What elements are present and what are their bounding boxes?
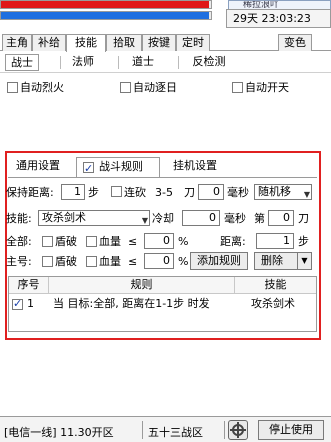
chain-unit: 刀 — [184, 186, 195, 199]
tab-timer[interactable]: 定时 — [176, 34, 210, 51]
skill-label: 技能: — [6, 212, 32, 225]
rule-row-index: 1 — [27, 297, 34, 310]
chevron-down-icon: ▼ — [303, 190, 310, 199]
all-label: 全部: — [6, 235, 32, 248]
hp-bar-fill — [1, 1, 209, 8]
move-mode-value: 随机移 — [258, 185, 291, 198]
rule-list[interactable]: 序号 规则 技能 1 当 目标:全部, 距离在1-1步 时发 攻杀剑术 — [8, 276, 317, 332]
all-distance-label: 距离: — [220, 235, 246, 248]
status-bar: [电信一线] 11.30开区 五十三战区 停止使用 — [0, 416, 331, 442]
nth-unit: 刀 — [298, 212, 309, 225]
auto-open-sky-checkbox[interactable] — [232, 82, 243, 93]
all-hp-checkbox[interactable] — [86, 236, 97, 247]
tab-combat-rules[interactable]: 战斗规则 — [76, 157, 160, 178]
main-shield-break-label: 盾破 — [55, 255, 77, 268]
all-hp-input[interactable]: 0 — [144, 233, 174, 249]
chevron-down-icon[interactable]: ▼ — [297, 253, 311, 269]
delete-button[interactable]: 删除 ▼ — [254, 252, 312, 270]
combat-rules-label: 战斗规则 — [99, 160, 143, 173]
mp-bar — [0, 11, 212, 20]
rule-list-header-skill[interactable]: 技能 — [235, 277, 316, 294]
tab-taoist[interactable]: 道士 — [126, 54, 160, 71]
main-shield-break-checkbox[interactable] — [42, 256, 53, 267]
tab-skills[interactable]: 技能 — [66, 34, 106, 52]
time-display: 29天 23:03:23 — [226, 9, 331, 28]
tab-recolor[interactable]: 变色 — [278, 34, 312, 51]
skill-select[interactable]: 攻杀剑术 ▼ — [38, 210, 150, 226]
main-hp-input[interactable]: 0 — [144, 253, 174, 269]
keep-distance-input[interactable]: 1 — [61, 184, 85, 200]
nth-input[interactable]: 0 — [268, 210, 294, 226]
tab-warrior[interactable]: 战士 — [5, 54, 39, 71]
rule-row-rule: 当 目标:全部, 距离在1-1步 时发 — [53, 297, 210, 310]
auto-chase-checkbox[interactable] — [120, 82, 131, 93]
rule-list-header-rule[interactable]: 规则 — [49, 277, 235, 294]
table-row[interactable]: 1 当 目标:全部, 距离在1-1步 时发 攻杀剑术 — [9, 295, 316, 313]
all-shield-break-label: 盾破 — [55, 235, 77, 248]
nth-label: 第 — [254, 212, 265, 225]
move-mode-select[interactable]: 随机移 ▼ — [254, 184, 312, 200]
auto-chase-label: 自动逐日 — [133, 81, 177, 94]
chain-slash-checkbox[interactable] — [111, 186, 122, 197]
combat-rules-checkbox[interactable] — [83, 160, 94, 178]
server-status: [电信一线] 11.30开区 — [4, 426, 114, 439]
class-tab-bar: 战士 法师 道士 反检测 — [0, 51, 331, 73]
mp-bar-fill — [1, 12, 209, 19]
cooldown-label: 冷却 — [152, 212, 174, 225]
main-hp-label: 血量 — [99, 255, 121, 268]
chain-ms-input[interactable]: 0 — [198, 184, 224, 200]
add-rule-button[interactable]: 添加规则 — [190, 252, 248, 270]
main-hp-compare: ≤ — [128, 255, 138, 268]
tab-mage[interactable]: 法师 — [66, 54, 100, 71]
delete-button-label: 删除 — [261, 254, 283, 267]
tab-supply[interactable]: 补给 — [32, 34, 66, 51]
chain-ms-label: 毫秒 — [227, 186, 249, 199]
tab-idle-settings[interactable]: 挂机设置 — [166, 157, 224, 177]
rule-list-header-index[interactable]: 序号 — [9, 277, 49, 294]
zone-status: 五十三战区 — [148, 426, 203, 439]
all-hp-percent: % — [178, 235, 189, 248]
tab-anti-detect[interactable]: 反检测 — [184, 54, 234, 71]
tab-hotkeys[interactable]: 按键 — [142, 34, 176, 51]
rule-row-skill: 攻杀剑术 — [251, 297, 295, 310]
all-distance-unit: 步 — [298, 235, 309, 248]
cooldown-ms-label: 毫秒 — [224, 212, 246, 225]
chain-range: 3-5 — [155, 186, 173, 199]
tab-main-character[interactable]: 主角 — [2, 34, 32, 51]
main-hp-percent: % — [178, 255, 189, 268]
chain-slash-label: 连砍 — [124, 186, 146, 199]
main-hp-checkbox[interactable] — [86, 256, 97, 267]
auto-open-sky-label: 自动开天 — [245, 81, 289, 94]
all-hp-label: 血量 — [99, 235, 121, 248]
keep-distance-label: 保持距离: — [6, 186, 54, 199]
chevron-down-icon: ▼ — [141, 216, 148, 225]
tab-pickup[interactable]: 拾取 — [106, 34, 142, 51]
tab-general-settings[interactable]: 通用设置 — [12, 157, 64, 177]
rule-row-checkbox[interactable] — [12, 297, 23, 310]
auto-fire-label: 自动烈火 — [20, 81, 64, 94]
all-hp-compare: ≤ — [128, 235, 138, 248]
cooldown-input[interactable]: 0 — [182, 210, 220, 226]
auto-fire-checkbox[interactable] — [7, 82, 18, 93]
main-tab-bar: 主角 补给 技能 拾取 按键 定时 变色 — [0, 34, 331, 52]
stop-button[interactable]: 停止使用 — [258, 420, 324, 440]
skill-select-value: 攻杀剑术 — [42, 211, 86, 224]
keep-distance-unit: 步 — [88, 186, 99, 199]
hp-bar — [0, 0, 212, 9]
network-icon — [228, 420, 248, 440]
all-distance-input[interactable]: 1 — [256, 233, 294, 249]
all-shield-break-checkbox[interactable] — [42, 236, 53, 247]
main-account-label: 主号: — [6, 255, 32, 268]
